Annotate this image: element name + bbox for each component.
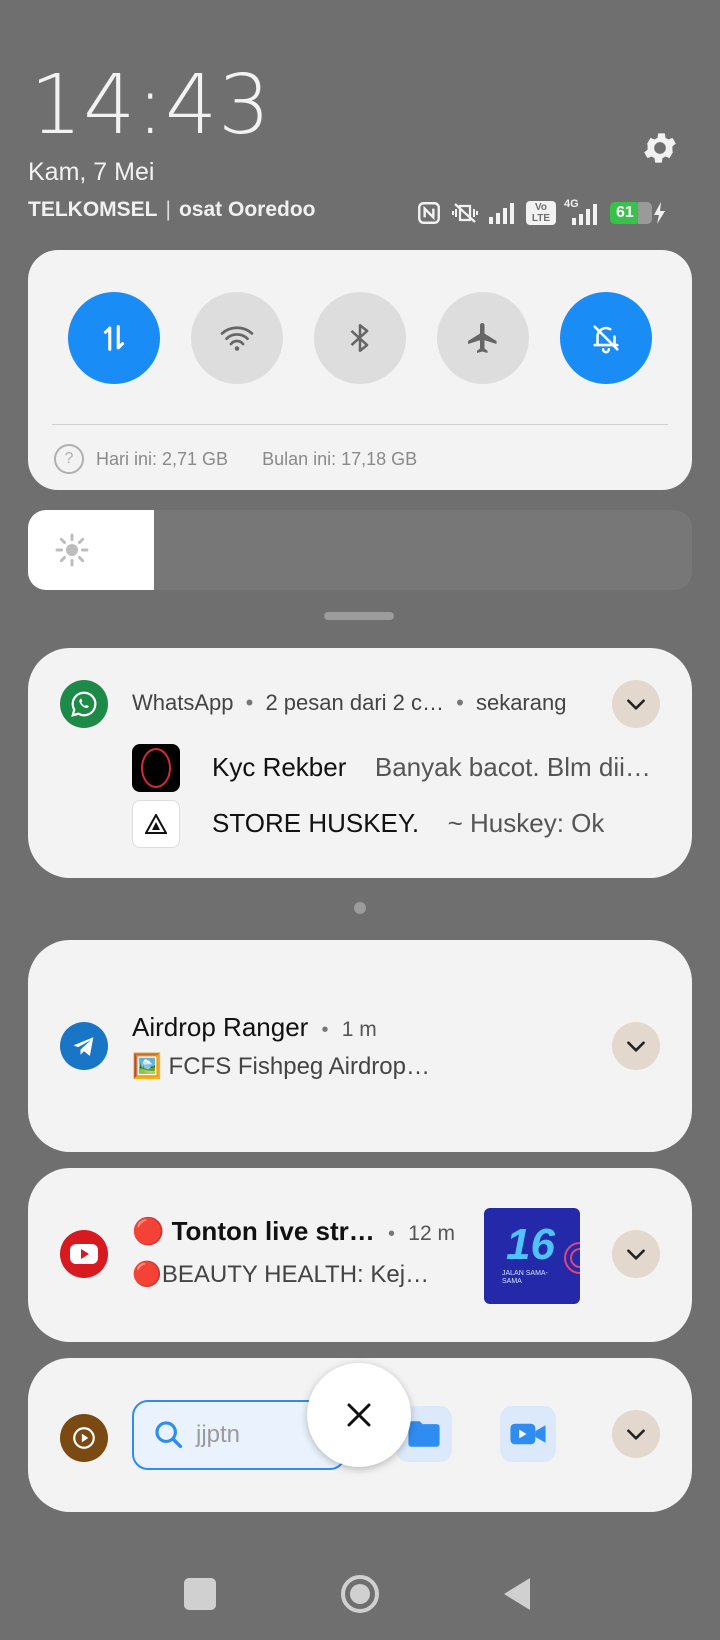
carrier-primary: TELKOMSEL — [28, 198, 158, 221]
telegram-notification[interactable]: Airdrop Ranger • 1 m 🖼️ FCFS Fishpeg Air… — [28, 940, 692, 1152]
clock-date: Kam, 7 Mei — [28, 158, 155, 186]
player-app-icon — [60, 1414, 108, 1462]
youtube-notification[interactable]: 🔴 Tonton live str… • 12 m 🔴BEAUTY HEALTH… — [28, 1168, 692, 1342]
battery-tail — [637, 202, 652, 224]
bluetooth-icon — [350, 323, 369, 353]
volte-icon: Vo LTE — [526, 201, 556, 225]
usage-month: Bulan ini: 17,18 GB — [262, 448, 418, 469]
message-sender-1: Kyc Rekber — [212, 752, 347, 782]
whatsapp-app-name: WhatsApp — [132, 690, 234, 715]
youtube-time: 12 m — [408, 1222, 455, 1245]
panel-drag-handle[interactable] — [324, 612, 394, 620]
youtube-text: 🔴BEAUTY HEALTH: Kej… — [132, 1261, 430, 1288]
brightness-sun-icon — [55, 533, 89, 567]
bell-off-icon — [593, 325, 619, 354]
mobile-data-toggle[interactable] — [68, 292, 160, 384]
carrier-secondary: osat Ooredoo — [178, 198, 316, 221]
video-button[interactable] — [500, 1406, 556, 1462]
vibrate-off-icon — [452, 203, 478, 223]
carrier-names: TELKOMSEL | osat Ooredoo — [28, 198, 315, 222]
back-triangle-icon — [504, 1578, 530, 1610]
charging-bolt-icon — [653, 202, 665, 224]
telegram-icon — [60, 1022, 108, 1070]
search-value: jjptn — [196, 1421, 241, 1448]
youtube-expand-button[interactable] — [612, 1230, 660, 1278]
help-icon: ? — [54, 444, 84, 474]
chevron-down-icon — [627, 1041, 645, 1052]
battery-level: 61 — [610, 202, 640, 224]
youtube-thumb-text: JALAN SAMA-SAMA — [502, 1270, 548, 1285]
airplane-icon — [468, 323, 497, 353]
telegram-title: Airdrop Ranger — [132, 1012, 309, 1042]
bluetooth-toggle[interactable] — [314, 292, 406, 384]
telegram-expand-button[interactable] — [612, 1022, 660, 1070]
whatsapp-notification[interactable]: WhatsApp • 2 pesan dari 2 c… • sekarang … — [28, 648, 692, 878]
group-divider-dot — [354, 902, 366, 914]
recents-button[interactable] — [184, 1578, 216, 1610]
usage-today: Hari ini: 2,71 GB — [96, 448, 229, 469]
clear-all-button[interactable] — [307, 1363, 411, 1467]
silent-toggle[interactable] — [560, 292, 652, 384]
avatar-kyc-rekber — [132, 744, 180, 792]
player-expand-button[interactable] — [612, 1410, 660, 1458]
chevron-down-icon — [627, 1249, 645, 1260]
signal-1-icon — [489, 203, 514, 224]
telegram-text: 🖼️ FCFS Fishpeg Airdrop… — [132, 1053, 430, 1080]
status-icons: Vo LTE 4G 61 — [416, 198, 666, 228]
settings-gear-icon[interactable] — [640, 128, 680, 168]
wifi-icon — [220, 326, 254, 351]
wifi-toggle[interactable] — [191, 292, 283, 384]
youtube-thumbnail: 16 JALAN SAMA-SAMA — [484, 1208, 580, 1304]
video-camera-icon — [510, 1423, 546, 1445]
whatsapp-time: sekarang — [475, 690, 567, 715]
brightness-fill — [28, 510, 155, 590]
whatsapp-expand-button[interactable] — [612, 680, 660, 728]
search-icon — [155, 1421, 183, 1449]
chevron-down-icon — [627, 699, 645, 710]
youtube-title: 🔴 Tonton live str… — [132, 1216, 375, 1246]
back-button[interactable] — [502, 1576, 534, 1612]
clock-time: 14:43 — [30, 58, 272, 153]
whatsapp-icon — [60, 680, 108, 728]
message-text-1: Banyak bacot. Blm dii… — [374, 752, 651, 782]
qs-divider — [52, 424, 668, 425]
folder-icon — [408, 1421, 440, 1447]
whatsapp-header: WhatsApp • 2 pesan dari 2 c… • sekarang — [132, 690, 567, 715]
message-row-2: STORE HUSKEY. ~ Huskey: Ok — [212, 808, 604, 839]
message-text-2: ~ Huskey: Ok — [447, 808, 605, 838]
home-circle-icon — [341, 1575, 379, 1613]
carrier-separator: | — [165, 198, 171, 221]
whatsapp-summary: 2 pesan dari 2 c… — [265, 690, 444, 715]
close-icon — [347, 1403, 371, 1427]
youtube-header: 🔴 Tonton live str… • 12 m — [132, 1216, 455, 1246]
airplane-toggle[interactable] — [437, 292, 529, 384]
signal-2-icon: 4G — [564, 198, 602, 226]
quick-settings-panel: ? Hari ini: 2,71 GB Bulan ini: 17,18 GB — [28, 250, 692, 490]
data-usage[interactable]: ? Hari ini: 2,71 GB Bulan ini: 17,18 GB — [54, 444, 417, 474]
arrows-updown-icon — [103, 325, 125, 351]
nfc-icon — [418, 202, 440, 224]
youtube-icon — [60, 1230, 108, 1278]
brightness-slider[interactable] — [28, 510, 692, 590]
chevron-down-icon — [627, 1429, 645, 1440]
telegram-time: 1 m — [341, 1018, 377, 1041]
message-row-1: Kyc Rekber Banyak bacot. Blm dii… — [212, 752, 651, 783]
home-button[interactable] — [340, 1574, 380, 1614]
telegram-header: Airdrop Ranger • 1 m — [132, 1012, 377, 1042]
avatar-store-huskey — [132, 800, 180, 848]
message-sender-2: STORE HUSKEY. — [212, 808, 420, 838]
